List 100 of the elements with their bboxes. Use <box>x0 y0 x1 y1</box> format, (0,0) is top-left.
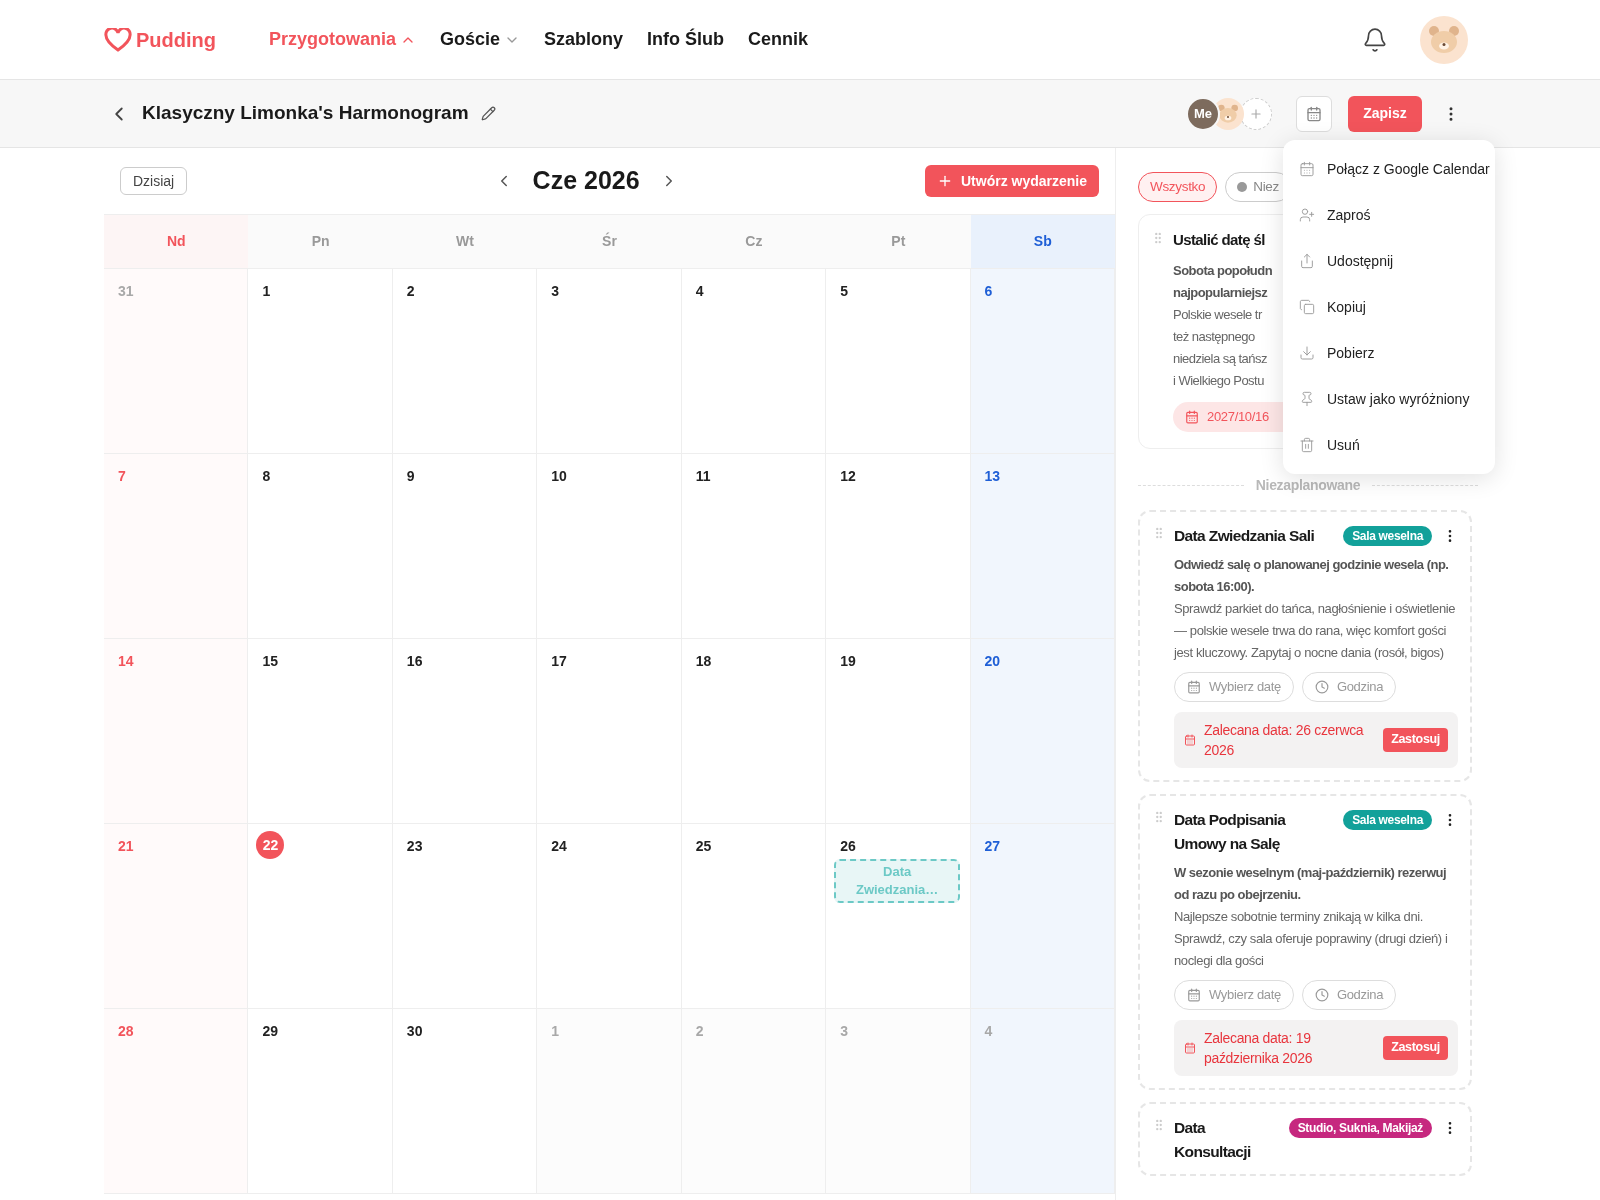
day-cell[interactable]: 3 <box>537 269 682 454</box>
task-description-line: niedziela są tańsz <box>1173 349 1267 368</box>
menu-item[interactable]: Kopiuj <box>1283 284 1495 330</box>
edit-icon[interactable] <box>480 106 496 121</box>
day-cell[interactable]: 30 <box>392 1009 538 1194</box>
day-cell[interactable]: 23 <box>392 824 538 1009</box>
category-tag: Sala weselna <box>1343 809 1432 830</box>
day-number: 26 <box>840 837 856 856</box>
day-cell[interactable]: 6 <box>970 269 1115 454</box>
task-description-line: najpopularniejsz <box>1173 283 1268 302</box>
day-cell[interactable]: 17 <box>537 639 682 824</box>
day-cell[interactable]: 13 <box>970 454 1115 639</box>
day-number: 17 <box>551 652 567 671</box>
day-number: 22 <box>256 831 285 859</box>
section-divider-label: Niezaplanowane <box>1255 475 1361 495</box>
copy-icon <box>1299 299 1315 315</box>
day-number: 1 <box>551 1022 560 1041</box>
day-cell[interactable]: 5 <box>826 269 971 454</box>
day-number: 1 <box>262 282 271 301</box>
day-number: 5 <box>840 282 848 301</box>
day-cell[interactable]: 15 <box>248 639 393 824</box>
trash-icon <box>1299 437 1315 453</box>
download-icon <box>1299 345 1315 361</box>
day-cell[interactable]: 4 <box>681 269 827 454</box>
nav-item[interactable]: Cennik <box>748 26 809 53</box>
day-cell[interactable]: 1 <box>248 269 393 454</box>
task-description-line: i Wielkiego Postu <box>1173 371 1264 390</box>
day-cell[interactable]: 9 <box>392 454 538 639</box>
day-cell[interactable]: 29 <box>248 1009 393 1194</box>
nav-item[interactable]: Goście <box>440 26 521 53</box>
calendar-icon <box>1187 987 1201 1002</box>
calendar-icon <box>1299 161 1315 177</box>
calendar-icon <box>1306 105 1322 122</box>
day-number: 11 <box>695 467 711 486</box>
calendar-icon <box>1184 1041 1196 1054</box>
menu-item[interactable]: Pobierz <box>1283 330 1495 376</box>
day-number: 31 <box>118 282 134 301</box>
heart-logo-icon <box>104 27 132 52</box>
day-number: 30 <box>406 1022 423 1041</box>
day-number: 13 <box>984 467 1001 486</box>
user-avatar[interactable]: Me <box>1186 96 1220 131</box>
day-number: 23 <box>406 837 423 856</box>
task-description-line: Polskie wesele tr <box>1173 305 1262 324</box>
day-number: 21 <box>118 837 134 856</box>
plus-icon <box>1249 106 1263 121</box>
task-card[interactable]: Data Konsultacji Studio, Suknia, Makijaż <box>1138 1101 1472 1176</box>
pin-icon <box>1299 391 1315 407</box>
menu-item[interactable]: Udostępnij <box>1283 238 1495 284</box>
day-number: 15 <box>262 652 278 671</box>
user-plus-icon <box>1299 207 1315 223</box>
clock-icon <box>1314 987 1329 1002</box>
day-number: 25 <box>695 837 712 856</box>
weekday-header: Pn <box>248 215 393 269</box>
day-number: 2 <box>695 1022 704 1041</box>
day-number: 20 <box>984 652 1001 671</box>
task-summary: Odwiedź salę o planowanej godzinie wesela (np. sobota 16:00). <box>1174 555 1450 596</box>
task-title: Data Konsultacji <box>1174 1117 1252 1162</box>
day-cell[interactable]: 20 <box>970 639 1115 824</box>
day-cell[interactable]: 26 Data Zwiedzania… <box>826 824 971 1009</box>
day-number: 28 <box>118 1022 134 1041</box>
day-number: 7 <box>118 467 126 486</box>
day-number: 16 <box>406 652 423 671</box>
day-number: 3 <box>551 282 560 301</box>
schedule-title: Klasyczny Limonka's Harmonogram <box>142 101 469 126</box>
suggested-date: Zalecana data: 19 października 2026 <box>1204 1028 1314 1068</box>
task-card[interactable] <box>1138 509 1472 782</box>
day-cell[interactable]: 27 <box>970 824 1115 1009</box>
day-number: 29 <box>262 1022 278 1041</box>
task-details: Najlepsze sobotnie terminy znikają w kilka dni. Sprawdź, czy sala oferuje poprawiny (drugi dzień) i noclegi dla gości <box>1174 907 1449 970</box>
weekday-header: Nd <box>104 215 249 269</box>
weekday-header: Śr <box>537 215 682 269</box>
calendar-icon <box>1187 679 1201 694</box>
day-cell[interactable]: 10 <box>537 454 682 639</box>
nav-item[interactable]: Szablony <box>544 26 624 53</box>
task-description-line: Sobota popołudn <box>1173 261 1273 280</box>
day-number: 4 <box>984 1022 993 1041</box>
day-cell[interactable]: 2 <box>392 269 538 454</box>
day-cell[interactable]: 25 <box>681 824 827 1009</box>
day-cell[interactable]: 16 <box>392 639 538 824</box>
calendar-button[interactable] <box>1296 95 1332 132</box>
task-details: Sprawdź parkiet do tańca, nagłośnienie i oświetlenie — polskie wesele trwa do rana, więc komfort gości jest kluczowy. Zapytaj o nocne dania (rosół, bigos) <box>1174 599 1457 662</box>
nav-item[interactable]: Info Ślub <box>647 26 725 53</box>
day-cell[interactable]: 18 <box>681 639 827 824</box>
day-number: 19 <box>840 652 856 671</box>
calendar-icon <box>1184 733 1196 746</box>
day-number: 18 <box>695 652 712 671</box>
weekday-header: Wt <box>392 215 538 269</box>
day-number: 8 <box>262 467 271 486</box>
day-cell[interactable]: 24 <box>537 824 682 1009</box>
day-cell[interactable]: 12 <box>826 454 971 639</box>
notification-bell-icon[interactable] <box>1362 26 1388 53</box>
weekday-header: Cz <box>681 215 827 269</box>
today-button[interactable]: Dzisiaj <box>120 167 188 195</box>
task-summary: W sezonie weselnym (maj-październik) rezerwuj od razu po obejrzeniu. <box>1174 863 1448 904</box>
day-cell[interactable]: 19 <box>826 639 971 824</box>
day-cell[interactable]: 11 <box>681 454 827 639</box>
task-card[interactable] <box>1138 793 1472 1090</box>
task-title: Data Zwiedzania Sali <box>1174 525 1315 546</box>
day-cell[interactable]: 8 <box>248 454 393 639</box>
day-number: 3 <box>840 1022 848 1041</box>
